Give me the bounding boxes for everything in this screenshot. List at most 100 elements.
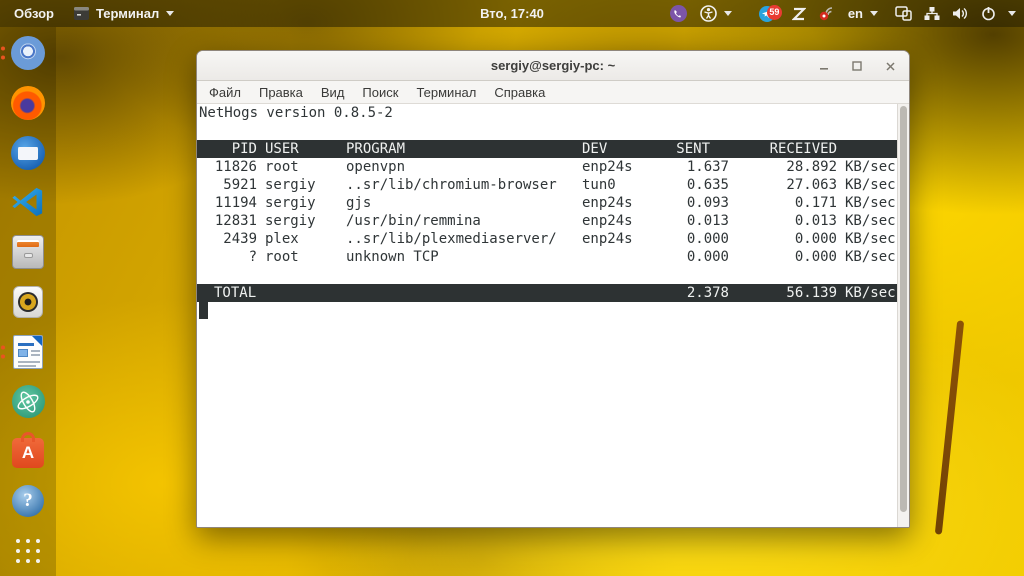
minimize-button[interactable] (817, 59, 831, 73)
language-selector[interactable]: en (848, 6, 878, 21)
activities-overview-button[interactable]: Обзор (14, 6, 54, 21)
chevron-down-icon (1008, 11, 1016, 16)
menu-bar: Файл Правка Вид Поиск Терминал Справка (197, 81, 909, 104)
cell-program: unknown TCP (346, 248, 582, 266)
cell-pid: ? (197, 248, 257, 266)
dock-item-libreoffice-writer[interactable] (10, 334, 46, 370)
cell-unit: KB/sec (837, 212, 897, 230)
blank-line (197, 122, 897, 140)
dock-item-ubuntu-software[interactable]: A (10, 433, 46, 469)
network-wired-icon (924, 6, 940, 21)
phone-glyph-icon (673, 9, 683, 19)
menu-search[interactable]: Поиск (353, 85, 407, 100)
cell-received: 0.171 (729, 194, 837, 212)
blank-line (197, 266, 897, 284)
accessibility-icon (700, 5, 717, 22)
accessibility-menu[interactable] (700, 5, 732, 22)
total-dev-spacer (582, 284, 662, 302)
dock-item-atom[interactable] (10, 384, 46, 420)
nethogs-row: ? root unknown TCP 0.000 0.000 KB/sec (197, 248, 897, 266)
dock-item-firefox[interactable] (10, 85, 46, 121)
vscode-icon (11, 185, 45, 219)
dock: A ? (0, 27, 56, 576)
cell-sent: 1.637 (662, 158, 729, 176)
close-button[interactable] (883, 59, 897, 73)
cell-dev (582, 248, 662, 266)
menu-terminal[interactable]: Терминал (407, 85, 485, 100)
dock-item-speaker-app[interactable] (10, 284, 46, 320)
window-titlebar[interactable]: sergiy@sergiy-pc: ~ (197, 51, 909, 81)
notification-badge: 59 (767, 5, 782, 20)
cell-program: /usr/bin/remmina (346, 212, 582, 230)
cell-received: 28.892 (729, 158, 837, 176)
window-title: sergiy@sergiy-pc: ~ (197, 58, 909, 73)
dock-item-vscode[interactable] (10, 184, 46, 220)
dock-item-file-manager[interactable] (10, 234, 46, 270)
power-icon (981, 6, 996, 21)
file-manager-icon (12, 235, 44, 269)
viber-icon[interactable] (670, 5, 687, 22)
terminal-cursor (199, 302, 208, 319)
header-dev: DEV (582, 140, 662, 158)
header-sent: SENT (662, 140, 729, 158)
language-label: en (848, 6, 863, 21)
clock-label[interactable]: Вто, 17:40 (480, 6, 544, 21)
cell-unit: KB/sec (837, 248, 897, 266)
recorder-indicator[interactable] (819, 6, 835, 21)
top-bar: Обзор Терминал Вто, 17:40 (0, 0, 1024, 27)
cell-received: 0.000 (729, 230, 837, 248)
menu-view[interactable]: Вид (312, 85, 354, 100)
cell-sent: 0.013 (662, 212, 729, 230)
running-indicator (1, 47, 5, 60)
cell-user: root (257, 158, 346, 176)
menu-help[interactable]: Справка (485, 85, 554, 100)
app-menu-terminal[interactable]: Терминал (74, 6, 174, 21)
dock-item-help[interactable]: ? (10, 483, 46, 519)
system-menu[interactable] (895, 6, 1016, 21)
dock-item-thunderbird[interactable] (10, 135, 46, 171)
terminal-window-icon (74, 7, 89, 20)
speaker-app-icon (13, 286, 43, 318)
show-applications-icon (15, 538, 41, 564)
overview-label: Обзор (14, 6, 54, 21)
terminal-content[interactable]: NetHogs version 0.8.5-2 PID USER PROGRAM… (197, 104, 909, 527)
chromium-icon (11, 36, 45, 70)
terminal-scrollbar[interactable] (897, 104, 909, 527)
help-glyph: ? (23, 490, 33, 512)
total-label: TOTAL (197, 284, 582, 302)
chevron-down-icon (870, 11, 878, 16)
cell-unit: KB/sec (837, 194, 897, 212)
header-user: USER (257, 140, 346, 158)
running-indicator (1, 345, 5, 358)
telegram-indicator[interactable]: 59 (759, 5, 779, 23)
cell-received: 0.000 (729, 248, 837, 266)
app-menu-label: Терминал (96, 6, 159, 21)
cell-unit: KB/sec (837, 158, 897, 176)
dock-item-show-applications[interactable] (10, 533, 46, 569)
menu-file[interactable]: Файл (200, 85, 250, 100)
nethogs-row: 5921 sergiy ..sr/lib/chromium-browser tu… (197, 176, 897, 194)
nethogs-total-row: TOTAL 2.378 56.139 KB/sec (197, 284, 897, 302)
cell-user: sergiy (257, 194, 346, 212)
cell-dev: enp24s (582, 212, 662, 230)
chevron-down-icon (724, 11, 732, 16)
signal-record-icon (819, 6, 835, 21)
header-program: PROGRAM (346, 140, 582, 158)
cell-dev: enp24s (582, 230, 662, 248)
leaf-stem-decoration (935, 320, 964, 535)
maximize-button[interactable] (850, 59, 864, 73)
scrollbar-thumb[interactable] (900, 106, 907, 512)
software-letter: A (22, 443, 34, 463)
volume-icon (952, 6, 969, 21)
atom-orbits-icon (15, 389, 41, 415)
cell-program: gjs (346, 194, 582, 212)
cell-pid: 12831 (197, 212, 257, 230)
total-unit: KB/sec (837, 284, 897, 302)
cell-pid: 5921 (197, 176, 257, 194)
cell-unit: KB/sec (837, 230, 897, 248)
menu-edit[interactable]: Правка (250, 85, 312, 100)
z-app-indicator[interactable] (792, 7, 806, 21)
dock-item-chromium[interactable] (10, 35, 46, 71)
nethogs-row: 11194 sergiy gjs enp24s 0.093 0.171 KB/s… (197, 194, 897, 212)
cell-dev: tun0 (582, 176, 662, 194)
